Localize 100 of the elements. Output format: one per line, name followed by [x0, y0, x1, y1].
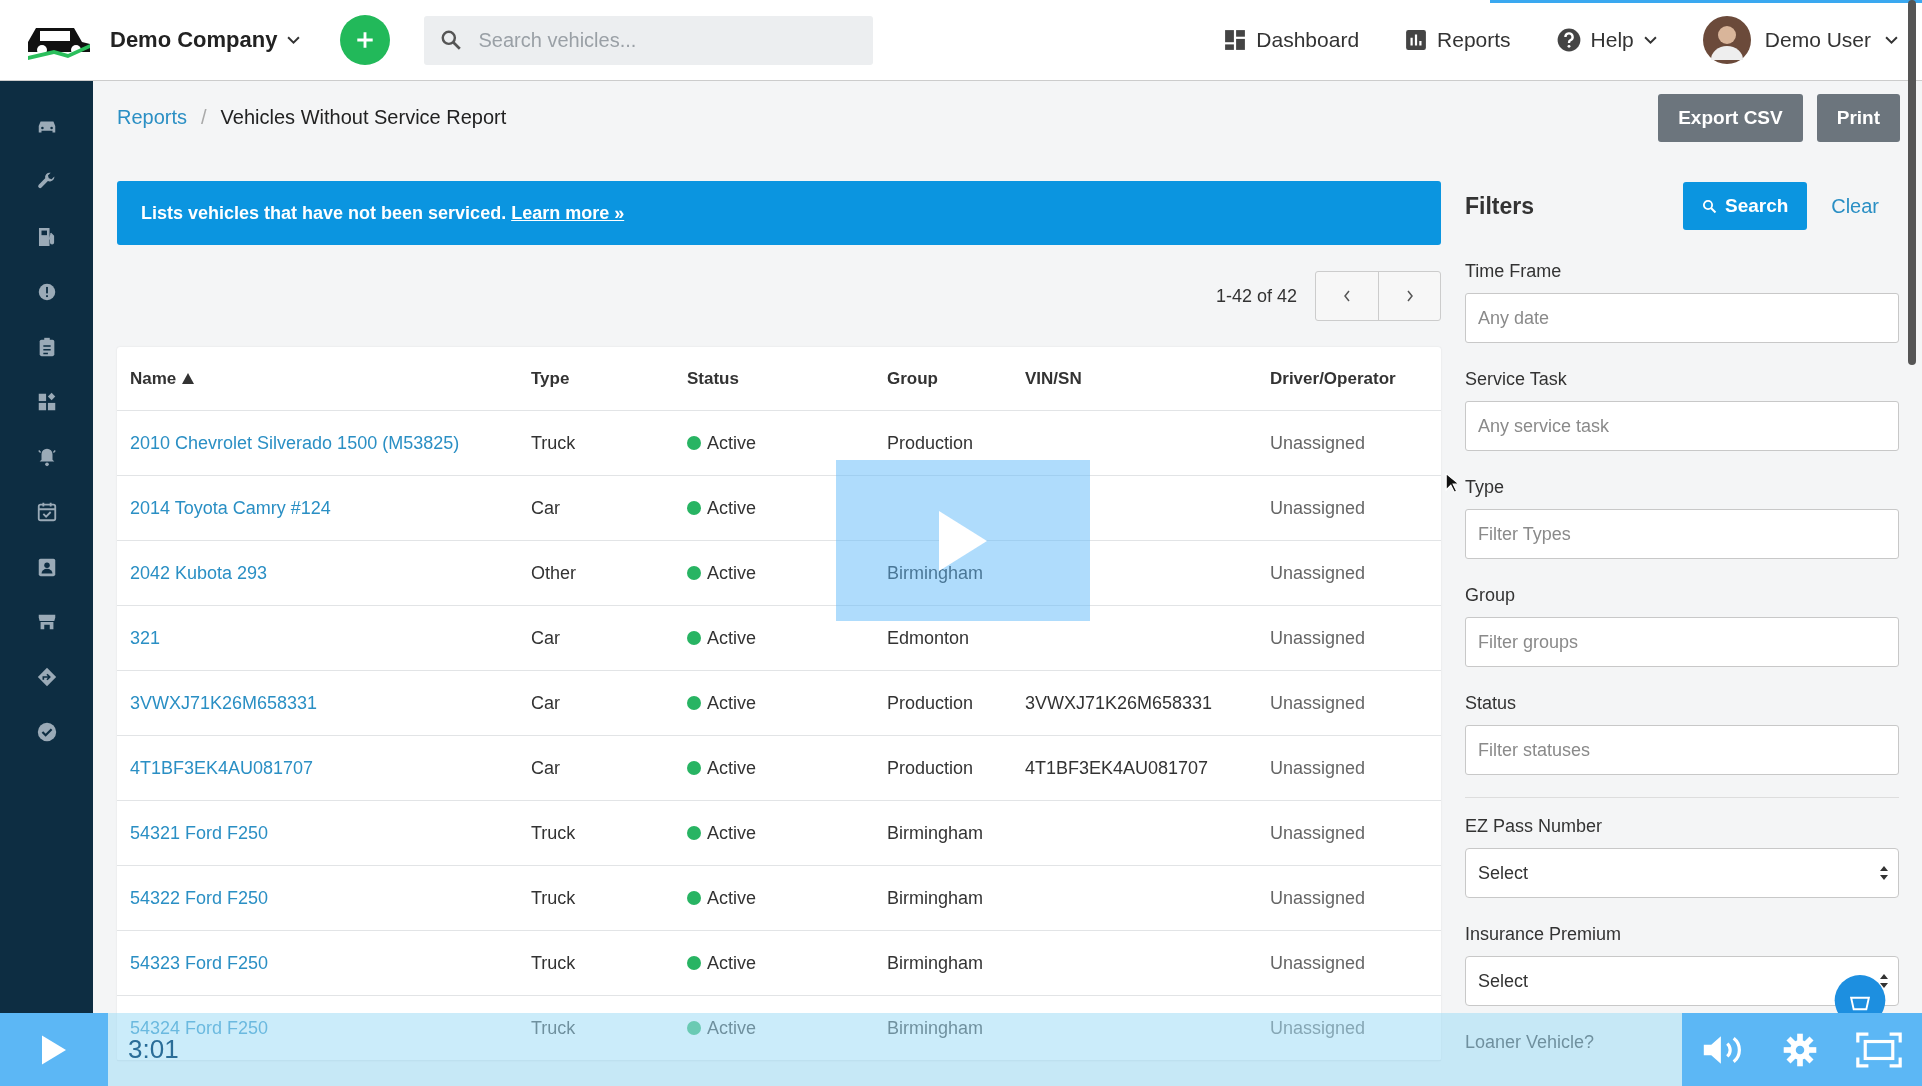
- filter-field[interactable]: Filter statuses: [1465, 725, 1899, 775]
- filter-field[interactable]: Filter groups: [1465, 617, 1899, 667]
- mouse-cursor-icon: [1445, 472, 1459, 494]
- column-header[interactable]: Driver/Operator: [1270, 368, 1441, 389]
- table-cell: Birmingham: [887, 952, 984, 974]
- table-cell: Production: [887, 692, 974, 714]
- banner-text: Lists vehicles that have not been serviced. Learn more »: [141, 202, 625, 224]
- search-button[interactable]: Search: [1683, 182, 1808, 230]
- filter-field[interactable]: Any date: [1465, 293, 1899, 343]
- filter-field[interactable]: Filter Types: [1465, 509, 1899, 559]
- status-dot: [687, 696, 701, 710]
- bar-chart-icon: [1405, 29, 1428, 51]
- vehicle-link[interactable]: 321: [130, 627, 161, 649]
- company-dropdown[interactable]: Demo Company: [106, 23, 305, 57]
- field-label: EZ Pass Number: [1465, 816, 1603, 838]
- chevron-down-icon: [287, 35, 301, 45]
- field-label: Insurance Premium: [1465, 924, 1622, 946]
- user-menu[interactable]: Demo User: [1760, 24, 1902, 56]
- nav-link[interactable]: Dashboard: [1220, 24, 1364, 56]
- select-arrows-icon: [1880, 866, 1888, 880]
- field-label: Time Frame: [1465, 261, 1562, 283]
- column-header[interactable]: VIN/SN: [1025, 368, 1270, 389]
- check-icon[interactable]: [35, 721, 58, 743]
- table-cell: Truck: [531, 432, 576, 454]
- chevron-down-icon: [1885, 35, 1898, 45]
- table-cell: Truck: [531, 887, 576, 909]
- learn-more-link[interactable]: Learn more »: [511, 202, 625, 223]
- table-cell: Unassigned: [1270, 952, 1366, 974]
- nav-link[interactable]: Help: [1552, 24, 1661, 56]
- nav-link[interactable]: Reports: [1401, 24, 1515, 56]
- status-dot: [687, 891, 701, 905]
- select-arrows-icon: [1880, 974, 1888, 988]
- vehicle-link[interactable]: 2014 Toyota Camry #124: [130, 497, 331, 519]
- table-cell: Car: [531, 757, 560, 779]
- column-header[interactable]: Type: [531, 368, 687, 389]
- status-dot: [687, 631, 701, 645]
- action-button[interactable]: Print: [1816, 93, 1900, 142]
- field-label: Service Task: [1465, 369, 1567, 391]
- table-cell: Active: [707, 822, 757, 844]
- table-cell: Unassigned: [1270, 822, 1366, 844]
- table-cell: Unassigned: [1270, 432, 1366, 454]
- breadcrumb-link[interactable]: Reports: [117, 106, 188, 129]
- directions-icon[interactable]: [35, 666, 58, 688]
- help-icon: [1556, 28, 1581, 52]
- breadcrumb-separator: /: [201, 106, 207, 129]
- clear-link[interactable]: Clear: [1831, 194, 1879, 218]
- field-label: Group: [1465, 585, 1516, 607]
- dashboard-icon: [1224, 29, 1247, 51]
- table-cell: 4T1BF3EK4AU081707: [1025, 757, 1209, 779]
- status-dot: [687, 436, 701, 450]
- table-cell: Truck: [531, 952, 576, 974]
- column-header[interactable]: Name: [130, 368, 531, 389]
- column-header[interactable]: Status: [687, 368, 887, 389]
- add-button[interactable]: [340, 15, 391, 65]
- table-cell: Active: [707, 692, 757, 714]
- table-cell: Birmingham: [887, 887, 984, 909]
- column-header[interactable]: Group: [887, 368, 1025, 389]
- vehicle-link[interactable]: 3VWXJ71K26M658331: [130, 692, 318, 714]
- table-cell: Active: [707, 562, 757, 584]
- search-icon: [1702, 198, 1717, 214]
- table-cell: Unassigned: [1270, 692, 1366, 714]
- select-field[interactable]: Select: [1465, 956, 1899, 1006]
- vehicle-link[interactable]: 54323 Ford F250: [130, 952, 269, 974]
- status-dot: [687, 501, 701, 515]
- avatar[interactable]: [1702, 16, 1751, 64]
- field-label: Loaner Vehicle?: [1465, 1032, 1595, 1054]
- vehicle-link[interactable]: 2042 Kubota 293: [130, 562, 268, 584]
- vehicle-link[interactable]: 4T1BF3EK4AU081707: [130, 757, 314, 779]
- table-cell: Production: [887, 432, 974, 454]
- page-title: Vehicles Without Service Report: [220, 106, 507, 129]
- table-cell: Active: [707, 757, 757, 779]
- filter-field[interactable]: Any service task: [1465, 401, 1899, 451]
- search-icon: [440, 28, 463, 51]
- search-field[interactable]: Search vehicles...: [424, 15, 874, 65]
- vehicle-link[interactable]: 54322 Ford F250: [130, 887, 269, 909]
- table-cell: Active: [707, 497, 757, 519]
- vehicle-link[interactable]: 2010 Chevrolet Silverado 1500 (M53825): [130, 432, 460, 454]
- action-button[interactable]: Export CSV: [1658, 93, 1803, 142]
- table-cell: Truck: [531, 1017, 576, 1039]
- table-cell: Birmingham: [887, 822, 984, 844]
- status-dot: [687, 761, 701, 775]
- table-cell: Birmingham: [887, 1017, 984, 1039]
- table-cell: Active: [707, 432, 757, 454]
- status-dot: [687, 956, 701, 970]
- table-cell: Birmingham: [887, 562, 984, 584]
- calendar-icon[interactable]: [35, 501, 58, 523]
- table-cell: Unassigned: [1270, 562, 1366, 584]
- filters-title: Filters: [1465, 192, 1535, 220]
- table-cell: Car: [531, 627, 560, 649]
- vehicle-link[interactable]: 54321 Ford F250: [130, 822, 269, 844]
- table-cell: Unassigned: [1270, 1017, 1366, 1039]
- scrollbar[interactable]: [1908, 0, 1916, 365]
- select-field[interactable]: Select: [1465, 848, 1899, 898]
- chevron-right-icon: [1405, 290, 1414, 302]
- play-icon: [42, 1034, 66, 1065]
- table-cell: Active: [707, 627, 757, 649]
- chevron-left-icon: [1343, 290, 1351, 302]
- table-cell: Unassigned: [1270, 497, 1366, 519]
- table-cell: 3VWXJ71K26M658331: [1025, 692, 1213, 714]
- table-cell: Active: [707, 887, 757, 909]
